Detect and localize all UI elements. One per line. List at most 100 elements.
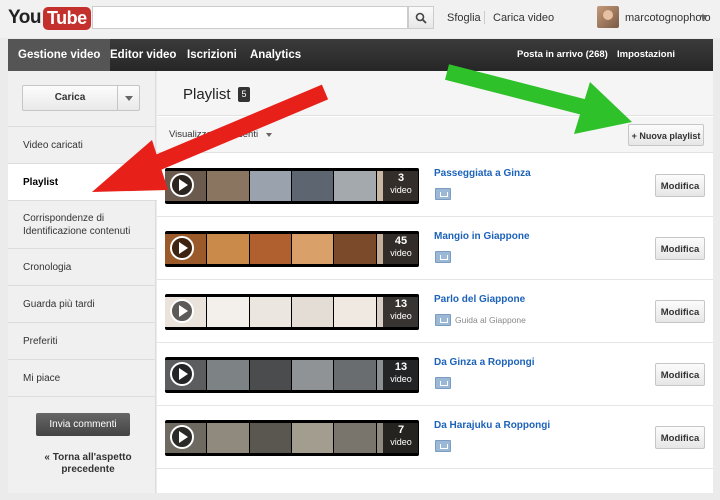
playlist-thumbnail[interactable]: 13 video (165, 294, 419, 330)
play-icon[interactable] (170, 236, 194, 260)
playlist-count-badge: 5 (238, 87, 250, 102)
play-icon[interactable] (170, 425, 194, 449)
playlist-list: 3 video Passeggiata a Ginza Modifica 45 vide… (157, 154, 713, 469)
sort-dropdown[interactable]: Visualizza più recenti (157, 124, 276, 146)
nav-video-manager[interactable]: Gestione video (8, 39, 111, 71)
playlist-thumbnail[interactable]: 45 video (165, 231, 419, 267)
playlist-thumbnail[interactable]: 3 video (165, 168, 419, 204)
sidebar-item-playlists[interactable]: Playlist (8, 164, 158, 201)
nav-video-editor[interactable]: Editor video (100, 39, 186, 71)
browse-link[interactable]: Sfoglia (447, 12, 481, 24)
sidebar-item-watch-later[interactable]: Guarda più tardi (8, 286, 156, 323)
video-count-overlay: 45 video (383, 231, 419, 267)
play-icon[interactable] (170, 299, 194, 323)
account-settings-link[interactable]: Impostazioni account (617, 39, 713, 92)
main-panel: Playlist 5 Visualizza più recenti + Nuov… (157, 71, 713, 493)
play-icon[interactable] (170, 362, 194, 386)
video-count-label: video (390, 374, 412, 384)
video-count: 13 (394, 361, 408, 373)
privacy-icon (435, 377, 451, 389)
nav-analytics[interactable]: Analytics (240, 39, 311, 71)
thumbnail-frame (291, 360, 334, 390)
sidebar-item-favorites[interactable]: Preferiti (8, 323, 156, 360)
upload-split-button: Carica (22, 85, 140, 111)
video-count: 45 (394, 235, 408, 247)
nav-subscriptions[interactable]: Iscrizioni (177, 39, 247, 71)
page-title: Playlist (183, 86, 231, 103)
thumbnail-frame (207, 234, 249, 264)
playlist-thumbnail[interactable]: 7 video (165, 420, 419, 456)
video-count: 7 (397, 424, 405, 436)
play-icon[interactable] (170, 173, 194, 197)
youtube-logo[interactable]: You Tube (8, 6, 91, 30)
old-look-link[interactable]: « Torna all'aspetto precedente (38, 452, 138, 476)
logo-you-text: You (8, 7, 41, 28)
thumbnail-frame (291, 297, 334, 327)
video-count: 13 (394, 298, 408, 310)
new-playlist-button[interactable]: + Nuova playlist (628, 124, 704, 146)
sidebar-item-likes[interactable]: Mi piace (8, 360, 156, 397)
edit-playlist-button[interactable]: Modifica (655, 426, 705, 449)
send-feedback-button[interactable]: Invia commenti (36, 413, 130, 436)
video-count-overlay: 13 video (383, 357, 419, 393)
search-button[interactable] (408, 6, 434, 29)
sidebar-item-content-id-matches[interactable]: Corrispondenze di Identificazione conten… (8, 201, 156, 249)
thumbnail-frame (249, 297, 291, 327)
edit-playlist-button[interactable]: Modifica (655, 237, 705, 260)
sidebar: Carica Video caricati Playlist Corrispon… (8, 71, 158, 493)
playlist-title[interactable]: Da Ginza a Roppongi (434, 357, 535, 368)
inbox-link[interactable]: Posta in arrivo (268) (517, 39, 608, 71)
video-count-overlay: 13 video (383, 294, 419, 330)
playlist-title[interactable]: Passeggiata a Ginza (434, 168, 531, 179)
privacy-icon (435, 440, 451, 452)
upload-video-link[interactable]: Carica video (493, 12, 554, 24)
sidebar-item-history[interactable]: Cronologia (8, 249, 156, 286)
thumbnail-frame (249, 171, 291, 201)
edit-playlist-button[interactable]: Modifica (655, 174, 705, 197)
playlist-row: 13 video Parlo del Giappone Guida al Giappo… (157, 280, 713, 343)
thumbnail-frame (249, 234, 291, 264)
playlist-row: 13 video Da Ginza a Roppongi Modifica (157, 343, 713, 406)
video-count-label: video (390, 248, 412, 258)
edit-playlist-button[interactable]: Modifica (655, 300, 705, 323)
privacy-icon (435, 314, 451, 326)
thumbnail-frame (207, 360, 249, 390)
playlist-title[interactable]: Mangio in Giappone (434, 231, 530, 242)
thumbnail-frame (249, 360, 291, 390)
thumbnail-frame (207, 297, 249, 327)
video-count-label: video (390, 437, 412, 447)
upload-button[interactable]: Carica (23, 86, 117, 110)
thumbnail-frame (334, 234, 376, 264)
playlist-row: 45 video Mangio in Giappone Modifica (157, 217, 713, 280)
privacy-icon (435, 188, 451, 200)
video-count-label: video (390, 311, 412, 321)
playlist-title[interactable]: Da Harajuku a Roppongi (434, 420, 550, 431)
masthead: You Tube Sfoglia Carica video marcotogno… (0, 0, 720, 38)
thumbnail-frame (207, 423, 249, 453)
thumbnail-frame (334, 171, 376, 201)
playlist-subtitle: Guida al Giappone (455, 315, 526, 325)
main-header: Playlist 5 (157, 71, 713, 116)
privacy-icon (435, 251, 451, 263)
logo-tube-text: Tube (42, 6, 91, 30)
chevron-down-icon[interactable] (700, 15, 708, 20)
thumbnail-frame (334, 423, 376, 453)
search-input[interactable] (92, 6, 408, 29)
video-count-overlay: 3 video (383, 168, 419, 204)
edit-playlist-button[interactable]: Modifica (655, 363, 705, 386)
username[interactable]: marcotognophoto (625, 12, 711, 24)
thumbnail-frame (291, 423, 334, 453)
avatar[interactable] (597, 6, 619, 28)
thumbnail-frame (207, 171, 249, 201)
video-count: 3 (397, 172, 405, 184)
thumbnail-frame (334, 360, 376, 390)
sidebar-item-uploaded-videos[interactable]: Video caricati (8, 127, 156, 164)
upload-options-dropdown[interactable] (117, 86, 139, 110)
playlist-title[interactable]: Parlo del Giappone (434, 294, 525, 305)
playlist-thumbnail[interactable]: 13 video (165, 357, 419, 393)
video-count-label: video (390, 185, 412, 195)
playlist-row: 7 video Da Harajuku a Roppongi Modifica (157, 406, 713, 469)
header-divider (484, 11, 485, 24)
sidebar-menu: Video caricati Playlist Corrispondenze d… (8, 126, 158, 397)
main-nav: Gestione video Editor video Iscrizioni A… (8, 39, 713, 92)
